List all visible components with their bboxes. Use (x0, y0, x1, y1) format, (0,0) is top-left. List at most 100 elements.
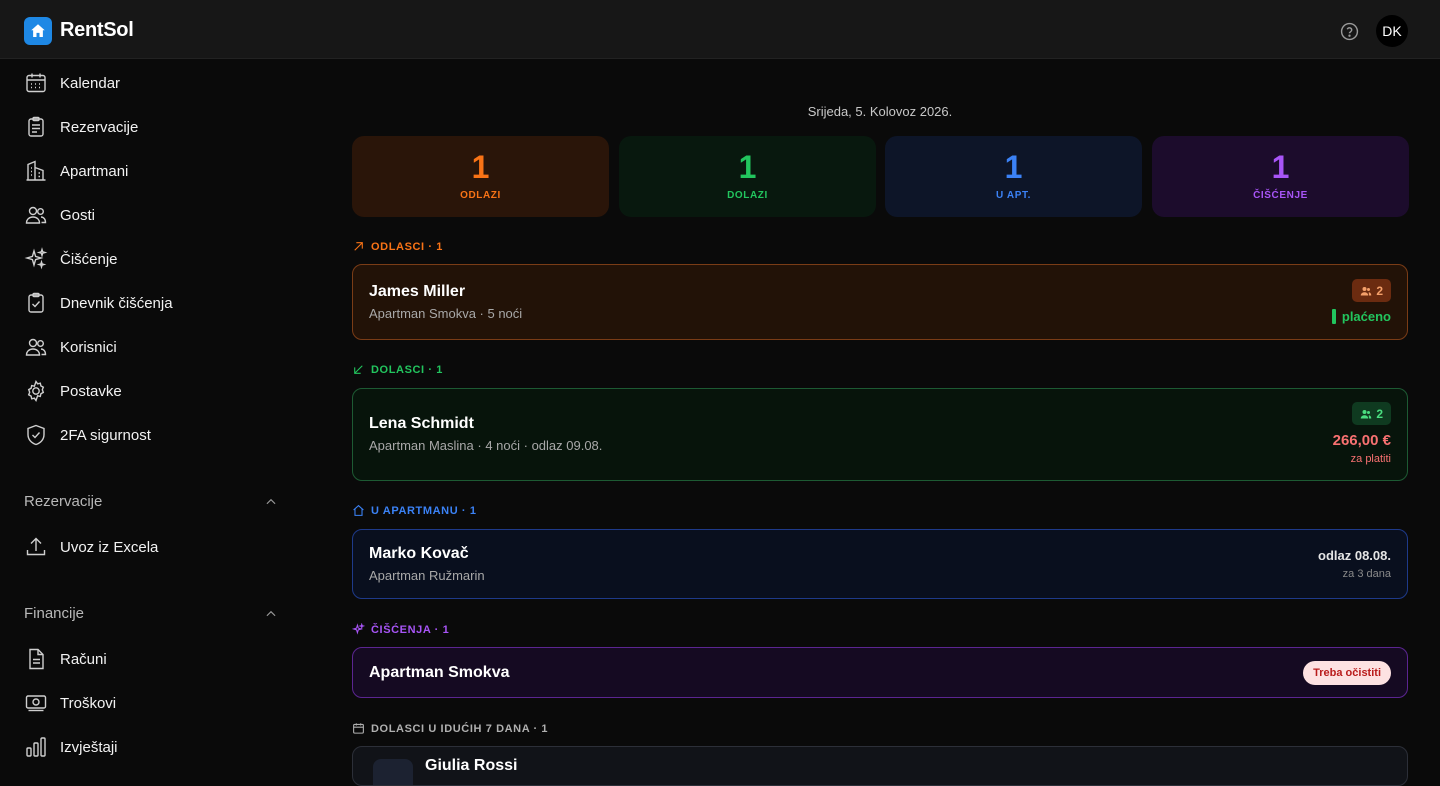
sidebar-item-label: 2FA sigurnost (60, 426, 151, 444)
sidebar-item-label: Postavke (60, 382, 122, 400)
guest-name: Marko Kovač (369, 545, 469, 562)
section-in-apartment-title: U APARTMANU · 1 (352, 504, 477, 517)
apartment-name: Apartman Ružmarin (369, 568, 485, 583)
calendar-icon (353, 723, 364, 734)
sidebar-section-financije[interactable]: Financije (24, 605, 278, 622)
avatar[interactable]: DK (1376, 15, 1408, 47)
arrival-card[interactable]: Lena Schmidt Apartman Maslina · 4 noći ·… (352, 388, 1408, 481)
checkout-note: za 3 dana (1342, 568, 1391, 580)
stat-label: U APT. (996, 190, 1031, 201)
apartment-name: Apartman Smokva (369, 664, 510, 681)
sidebar-item-label: Apartmani (60, 162, 129, 180)
home-icon (353, 504, 364, 516)
sidebar-item-label: Korisnici (60, 338, 117, 356)
sidebar-item-racuni[interactable]: Računi (24, 647, 107, 671)
sidebar-item-label: Kalendar (60, 74, 121, 92)
sidebar-item-ciscenje[interactable]: Čišćenje (24, 247, 118, 271)
in-apartment-card[interactable]: Marko Kovač Apartman Ružmarin odlaz 08.0… (352, 529, 1408, 599)
sidebar-item-label: Troškovi (60, 694, 117, 712)
shield-check-icon (27, 424, 45, 446)
users-icon (25, 338, 47, 356)
section-upcoming-title: DOLASCI U IDUĆIH 7 DANA · 1 (352, 722, 548, 735)
sidebar-item-uvoz-iz-excela[interactable]: Uvoz iz Excela (24, 535, 158, 559)
guest-name: Lena Schmidt (369, 415, 474, 432)
payment-status-text: plaćeno (1341, 309, 1391, 324)
section-departures-title: ODLASCI · 1 (352, 240, 443, 253)
clipboard-icon (28, 116, 44, 137)
calendar-icon (26, 73, 46, 93)
stat-label: DOLAZI (727, 190, 768, 201)
chevron-up-icon (266, 610, 276, 616)
cleaning-card[interactable]: Apartman Smokva Treba očistiti (352, 647, 1408, 698)
users-icon (1361, 286, 1372, 295)
sidebar-item-label: Dnevnik čišćenja (60, 294, 173, 312)
stat-label: ODLAZI (460, 190, 501, 201)
sidebar-item-gosti[interactable]: Gosti (24, 203, 95, 227)
sidebar-item-label: Računi (60, 650, 107, 668)
current-date: Srijeda, 5. Kolovoz 2026. (807, 104, 953, 119)
departure-card[interactable]: James Miller Apartman Smokva · 5 noći 2 … (352, 264, 1408, 340)
sidebar-item-dnevnik-ciscenja[interactable]: Dnevnik čišćenja (24, 291, 173, 315)
cleaning-status-badge[interactable]: Treba očistiti (1303, 661, 1391, 685)
sidebar-item-postavke[interactable]: Postavke (24, 379, 122, 403)
section-title-text: DOLASCI · 1 (371, 363, 443, 376)
stat-departures[interactable]: 1 ODLAZI (352, 136, 609, 217)
stat-value: 1 (471, 149, 490, 185)
sidebar-item-troskovi[interactable]: Troškovi (24, 691, 116, 715)
stat-in-apartment[interactable]: 1 U APT. (885, 136, 1142, 217)
section-title-text: DOLASCI U IDUĆIH 7 DANA · 1 (371, 722, 549, 735)
chevron-up-icon (266, 498, 276, 504)
stat-cleaning[interactable]: 1 ČIŠĆENJE (1152, 136, 1409, 217)
sparkles-icon (352, 623, 365, 635)
sidebar-item-label: Gosti (60, 206, 96, 224)
section-title: Rezervacije (24, 493, 103, 510)
guest-count-badge: 2 (1352, 402, 1391, 425)
stat-arrivals[interactable]: 1 DOLAZI (619, 136, 876, 217)
building-icon (26, 160, 46, 181)
arrow-up-right-icon (354, 242, 363, 251)
bar-chart-icon (26, 737, 46, 757)
amount-note: za platiti (1350, 453, 1391, 465)
upcoming-card[interactable]: Giulia Rossi (352, 746, 1408, 786)
guest-name: Giulia Rossi (425, 757, 518, 774)
date-tile (373, 759, 413, 785)
status-indicator (1331, 309, 1336, 324)
document-icon (29, 648, 44, 670)
stat-label: ČIŠĆENJE (1253, 190, 1308, 201)
stat-value: 1 (1271, 149, 1290, 185)
reservation-details: Apartman Smokva · 5 noći (369, 306, 523, 321)
clipboard-check-icon (28, 292, 44, 313)
section-title-text: ODLASCI · 1 (371, 240, 443, 253)
banknote-icon (25, 695, 47, 712)
sidebar-section-rezervacije[interactable]: Rezervacije (24, 493, 278, 510)
sidebar-item-label: Izvještaji (60, 738, 118, 756)
sidebar-item-korisnici[interactable]: Korisnici (24, 335, 117, 359)
reservation-details: Apartman Maslina · 4 noći · odlaz 09.08. (369, 438, 603, 453)
sidebar-item-label: Rezervacije (60, 118, 139, 136)
sparkles-icon (24, 247, 48, 270)
section-cleaning-title: ČIŠĆENJA · 1 (352, 623, 449, 636)
sidebar-item-kalendar[interactable]: Kalendar (24, 71, 120, 95)
payment-status: plaćeno (1331, 309, 1391, 324)
sidebar-item-2fa[interactable]: 2FA sigurnost (24, 423, 151, 447)
section-title: Financije (24, 605, 85, 622)
guest-count-badge: 2 (1352, 279, 1391, 302)
brand-name[interactable]: RentSol (60, 19, 134, 42)
section-title-text: ČIŠĆENJA · 1 (371, 623, 450, 636)
home-logo-icon[interactable] (24, 17, 52, 45)
users-icon (25, 206, 47, 224)
guest-count: 2 (1376, 283, 1383, 298)
sidebar-item-izvjestaji[interactable]: Izvještaji (24, 735, 118, 759)
sidebar: Kalendar Rezervacije Apartmani Gosti Čiš… (0, 60, 300, 764)
stat-value: 1 (738, 149, 757, 185)
section-title-text: U APARTMANU · 1 (371, 504, 477, 517)
gear-icon (27, 379, 45, 403)
stat-value: 1 (1004, 149, 1023, 185)
upload-icon (26, 537, 46, 556)
arrow-down-left-icon (354, 365, 363, 374)
sidebar-item-rezervacije[interactable]: Rezervacije (24, 115, 138, 139)
help-icon[interactable] (1340, 22, 1359, 41)
guest-count: 2 (1376, 406, 1383, 421)
sidebar-item-apartmani[interactable]: Apartmani (24, 159, 128, 183)
checkout-date: odlaz 08.08. (1318, 548, 1391, 563)
